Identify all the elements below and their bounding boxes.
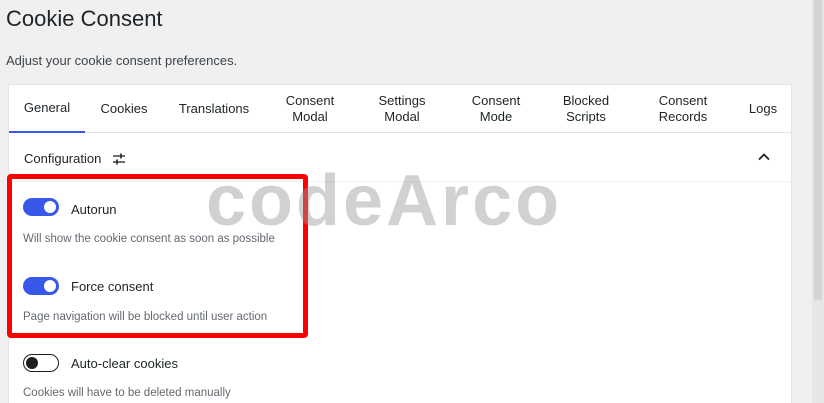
tab-consent-records[interactable]: Consent Records <box>647 85 719 133</box>
page-title: Cookie Consent <box>6 6 163 31</box>
chevron-up-icon[interactable] <box>757 150 771 164</box>
section-title: Configuration <box>24 151 102 166</box>
tab-bar: General Cookies Translations Consent Mod… <box>9 85 793 133</box>
tab-cookies[interactable]: Cookies <box>89 85 159 133</box>
tab-blocked-scripts[interactable]: Blocked Scripts <box>553 85 619 133</box>
auto-clear-cookies-toggle[interactable] <box>23 354 59 372</box>
auto-clear-cookies-label: Auto-clear cookies <box>71 356 178 371</box>
tab-consent-modal[interactable]: Consent Modal <box>275 85 345 133</box>
tab-consent-mode[interactable]: Consent Mode <box>461 85 531 133</box>
settings-sliders-icon <box>113 153 125 165</box>
toggle-knob <box>26 356 38 369</box>
scrollbar[interactable] <box>812 0 824 403</box>
highlight-box <box>7 174 308 338</box>
tab-logs[interactable]: Logs <box>741 85 785 133</box>
auto-clear-cookies-help: Cookies will have to be deleted manually <box>23 387 231 399</box>
page-description: Adjust your cookie consent preferences. <box>6 53 238 68</box>
tab-general[interactable]: General <box>9 85 85 133</box>
scrollbar-thumb[interactable] <box>814 0 822 300</box>
tab-settings-modal[interactable]: Settings Modal <box>366 85 438 133</box>
tab-translations[interactable]: Translations <box>169 85 259 133</box>
